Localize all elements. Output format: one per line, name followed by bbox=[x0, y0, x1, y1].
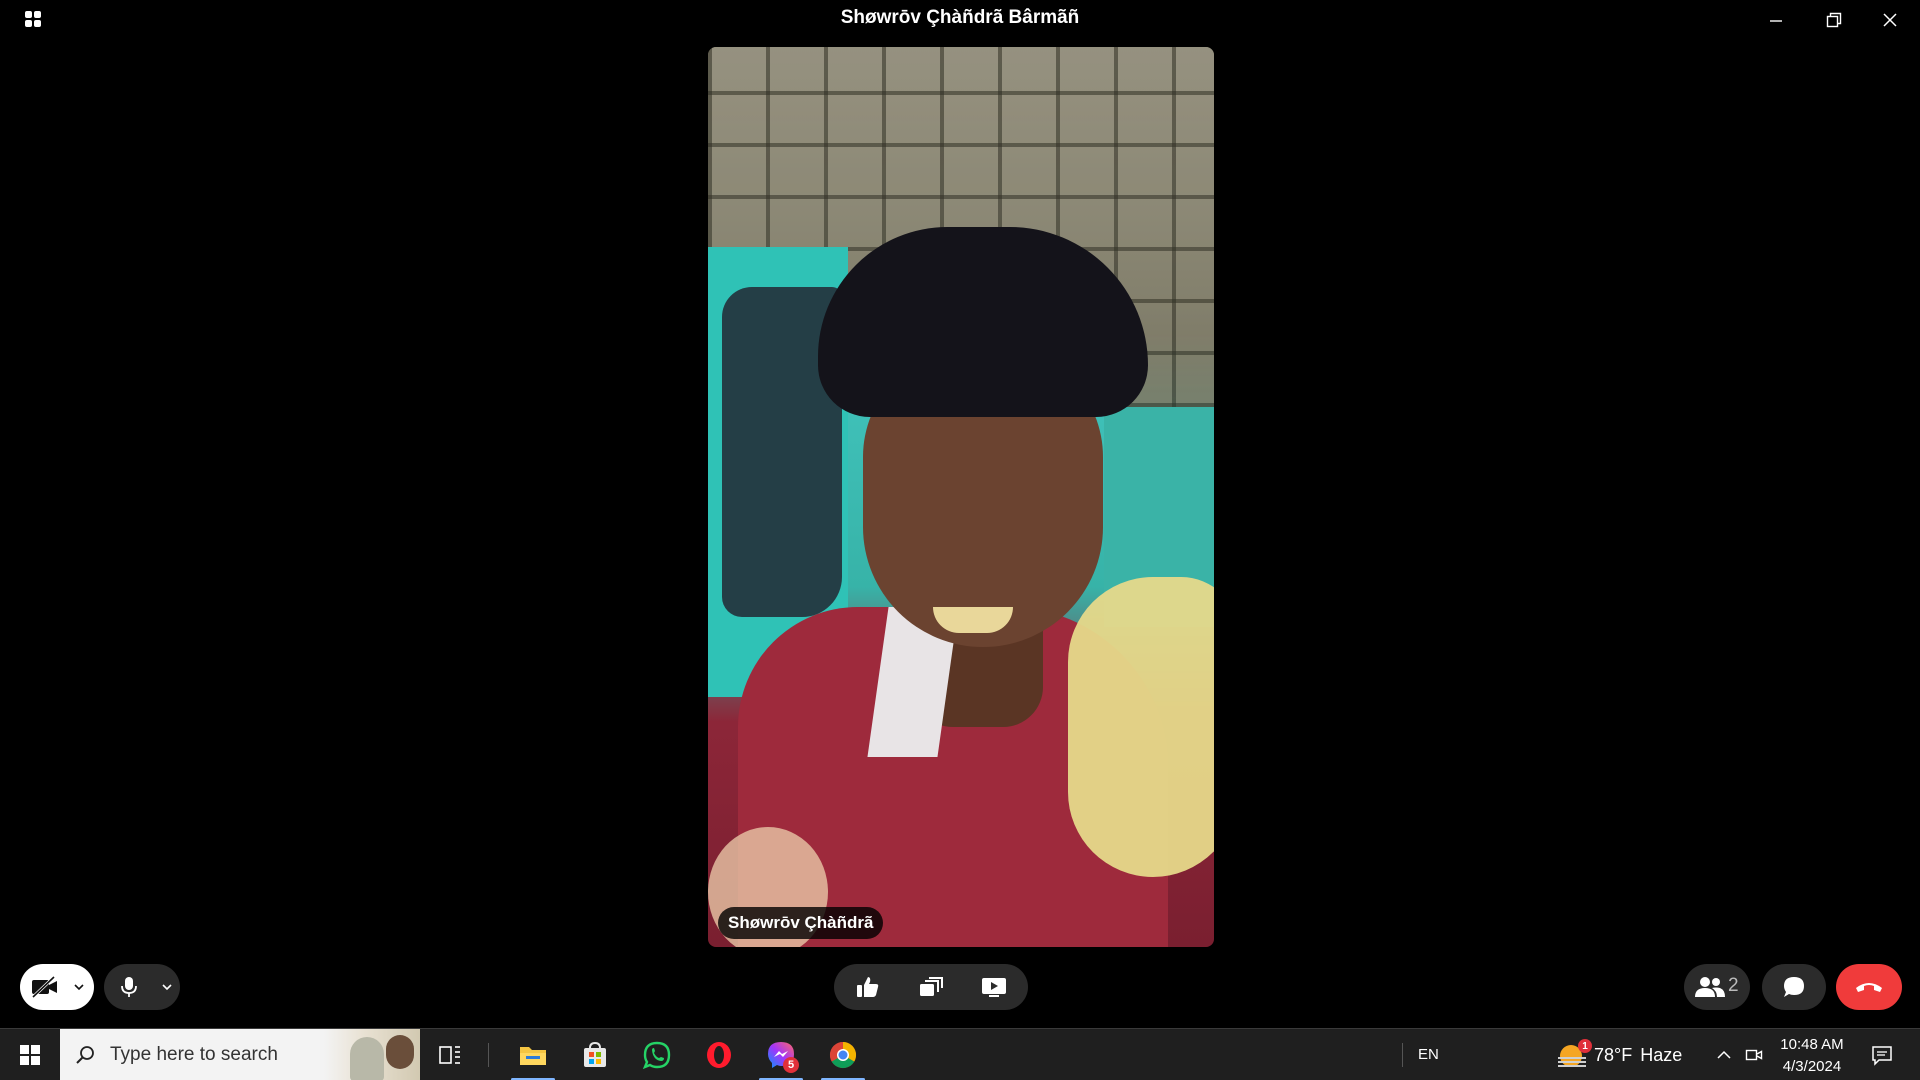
clock-time: 10:48 AM bbox=[1780, 1036, 1844, 1053]
chat-button[interactable] bbox=[1762, 964, 1826, 1010]
share-screen-icon bbox=[982, 978, 1006, 997]
taskbar-chrome[interactable] bbox=[813, 1029, 873, 1080]
weather-widget[interactable]: 1 78°F Haze bbox=[1558, 1029, 1682, 1080]
messenger-badge: 5 bbox=[783, 1057, 799, 1073]
window-title: Shøwrōv Çhàñdrã Bârmãñ bbox=[840, 7, 1080, 28]
participants-count: 2 bbox=[1728, 975, 1739, 996]
windows-icon bbox=[20, 1045, 40, 1065]
restore-button[interactable] bbox=[1806, 0, 1862, 40]
minimize-button[interactable] bbox=[1748, 0, 1804, 40]
search-icon bbox=[76, 1046, 94, 1064]
camera-toggle[interactable] bbox=[20, 964, 94, 1010]
clock-date: 4/3/2024 bbox=[1782, 1058, 1842, 1075]
end-call-icon bbox=[1856, 983, 1882, 992]
chevron-down-icon[interactable] bbox=[161, 982, 173, 992]
folder-icon bbox=[520, 1047, 546, 1065]
taskbar-microsoft-store[interactable] bbox=[565, 1029, 625, 1080]
notification-icon bbox=[1872, 1046, 1892, 1066]
search-placeholder: Type here to search bbox=[110, 1044, 278, 1065]
taskbar-opera[interactable] bbox=[689, 1029, 749, 1080]
restore-icon bbox=[1826, 12, 1842, 28]
weather-alert-badge: 1 bbox=[1578, 1039, 1592, 1053]
participant-name-label: Shøwrōv Çhàñdrã bbox=[718, 907, 884, 939]
switch-camera-button[interactable] bbox=[901, 964, 961, 1010]
system-clock[interactable]: 10:48 AM 4/3/2024 bbox=[1770, 1034, 1854, 1078]
chat-icon bbox=[1784, 977, 1804, 997]
share-screen-button[interactable] bbox=[964, 964, 1024, 1010]
participants-button[interactable]: 2 bbox=[1684, 964, 1750, 1010]
close-icon bbox=[1883, 13, 1897, 27]
people-icon bbox=[1695, 977, 1725, 997]
taskbar-search[interactable]: Type here to search bbox=[60, 1029, 420, 1080]
taskbar: Type here to search 5 EN 1 78°F Haze 10:… bbox=[0, 1028, 1920, 1080]
start-button[interactable] bbox=[0, 1029, 60, 1080]
search-highlight-image[interactable] bbox=[324, 1029, 420, 1080]
whatsapp-icon bbox=[642, 1041, 671, 1070]
notification-center-button[interactable] bbox=[1862, 1029, 1902, 1080]
title-bar: Shøwrōv Çhàñdrã Bârmãñ bbox=[0, 0, 1920, 38]
weather-condition: Haze bbox=[1640, 1044, 1683, 1065]
store-icon bbox=[584, 1041, 606, 1067]
taskbar-file-explorer[interactable] bbox=[503, 1029, 563, 1080]
microphone-toggle[interactable] bbox=[104, 964, 180, 1010]
like-reaction-icon bbox=[857, 977, 879, 997]
microphone-icon bbox=[121, 977, 137, 997]
chrome-icon bbox=[829, 1041, 857, 1069]
reaction-button[interactable] bbox=[838, 964, 898, 1010]
chevron-up-icon bbox=[1717, 1050, 1731, 1059]
task-view-icon bbox=[439, 1046, 460, 1064]
camera-off-icon bbox=[31, 975, 57, 999]
task-view-button[interactable] bbox=[420, 1029, 480, 1080]
meet-now-button[interactable] bbox=[1742, 1029, 1766, 1080]
center-controls bbox=[834, 964, 1028, 1010]
taskbar-whatsapp[interactable] bbox=[627, 1029, 687, 1080]
weather-temperature: 78°F bbox=[1594, 1044, 1633, 1065]
input-language[interactable]: EN bbox=[1418, 1046, 1439, 1063]
taskbar-messenger[interactable]: 5 bbox=[751, 1029, 811, 1080]
close-button[interactable] bbox=[1862, 0, 1918, 40]
video-camera-icon bbox=[1745, 1049, 1763, 1061]
chevron-down-icon[interactable] bbox=[73, 982, 85, 992]
opera-icon bbox=[707, 1042, 731, 1068]
show-hidden-icons-button[interactable] bbox=[1712, 1029, 1736, 1080]
switch-camera-icon bbox=[920, 977, 943, 996]
haze-weather-icon: 1 bbox=[1558, 1039, 1592, 1069]
end-call-button[interactable] bbox=[1836, 964, 1902, 1010]
remote-video: Shøwrōv Çhàñdrã bbox=[708, 47, 1214, 947]
minimize-icon bbox=[1770, 20, 1782, 22]
